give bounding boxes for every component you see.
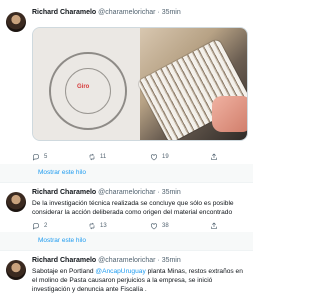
author-name[interactable]: Richard Charamelo bbox=[32, 9, 96, 16]
like-icon bbox=[150, 223, 158, 230]
author-handle[interactable]: @charamelorichar bbox=[98, 257, 155, 264]
reply-icon bbox=[33, 222, 40, 230]
like-button[interactable]: 19 bbox=[150, 153, 169, 161]
timestamp[interactable]: 35min bbox=[162, 189, 181, 196]
media-image-left[interactable]: Giro bbox=[33, 28, 140, 140]
author-name[interactable]: Richard Charamelo bbox=[32, 257, 96, 264]
like-button[interactable]: 38 bbox=[150, 222, 169, 230]
retweet-icon bbox=[89, 222, 95, 230]
tweet-text: Sabotaje en Portland @AncapUruguay plant… bbox=[32, 267, 246, 294]
avatar[interactable] bbox=[6, 12, 26, 32]
image-annotation: Giro bbox=[77, 84, 90, 90]
like-count: 19 bbox=[162, 154, 169, 160]
tweet-text: De la investigación técnica realizada se… bbox=[32, 200, 234, 216]
reply-button[interactable]: 2 bbox=[32, 222, 47, 230]
retweet-button[interactable]: 11 bbox=[88, 153, 106, 161]
retweet-button[interactable]: 13 bbox=[88, 222, 107, 230]
tweet-actions: 2 13 38 bbox=[32, 222, 242, 232]
separator-dot: · bbox=[157, 189, 160, 196]
tweet-header: Richard Charamelo @charamelorichar · 35m… bbox=[32, 188, 181, 198]
share-icon bbox=[211, 222, 217, 229]
tweet-actions: 5 11 19 bbox=[32, 153, 242, 163]
show-thread-link[interactable]: Mostrar este hilo bbox=[0, 232, 253, 250]
avatar[interactable] bbox=[6, 192, 26, 212]
divider bbox=[0, 250, 253, 251]
share-icon bbox=[211, 153, 217, 160]
tweet-header: Richard Charamelo @charamelorichar · 35m… bbox=[32, 8, 181, 18]
media-image-right[interactable] bbox=[136, 28, 247, 140]
like-icon bbox=[150, 154, 158, 161]
tweet-media[interactable]: Giro bbox=[32, 27, 248, 141]
author-name[interactable]: Richard Charamelo bbox=[32, 189, 96, 196]
retweet-icon bbox=[89, 153, 95, 161]
show-thread-label: Mostrar este hilo bbox=[38, 169, 87, 176]
retweet-count: 13 bbox=[100, 223, 107, 229]
reply-icon bbox=[33, 153, 40, 161]
reply-count: 5 bbox=[44, 154, 48, 160]
reply-count: 2 bbox=[44, 223, 48, 229]
share-button[interactable] bbox=[210, 153, 218, 161]
author-handle[interactable]: @charamelorichar bbox=[98, 189, 155, 196]
separator-dot: · bbox=[157, 9, 160, 16]
separator-dot: · bbox=[157, 257, 160, 264]
timestamp[interactable]: 35min bbox=[162, 257, 181, 264]
retweet-count: 11 bbox=[100, 154, 107, 160]
tweet-header: Richard Charamelo @charamelorichar · 35m… bbox=[32, 256, 181, 266]
share-button[interactable] bbox=[210, 222, 218, 230]
author-handle[interactable]: @charamelorichar bbox=[98, 9, 155, 16]
reply-button[interactable]: 5 bbox=[32, 153, 47, 161]
glove bbox=[212, 96, 247, 132]
mention-link[interactable]: @AncapUruguay bbox=[95, 268, 145, 275]
show-thread-label: Mostrar este hilo bbox=[38, 237, 87, 244]
avatar[interactable] bbox=[6, 260, 26, 280]
tweet-text-part: Sabotaje en Portland bbox=[32, 268, 96, 275]
divider bbox=[0, 182, 253, 183]
gear-diagram bbox=[49, 52, 127, 130]
show-thread-link[interactable]: Mostrar este hilo bbox=[0, 164, 253, 182]
timestamp[interactable]: 35min bbox=[162, 9, 181, 16]
like-count: 38 bbox=[162, 223, 169, 229]
